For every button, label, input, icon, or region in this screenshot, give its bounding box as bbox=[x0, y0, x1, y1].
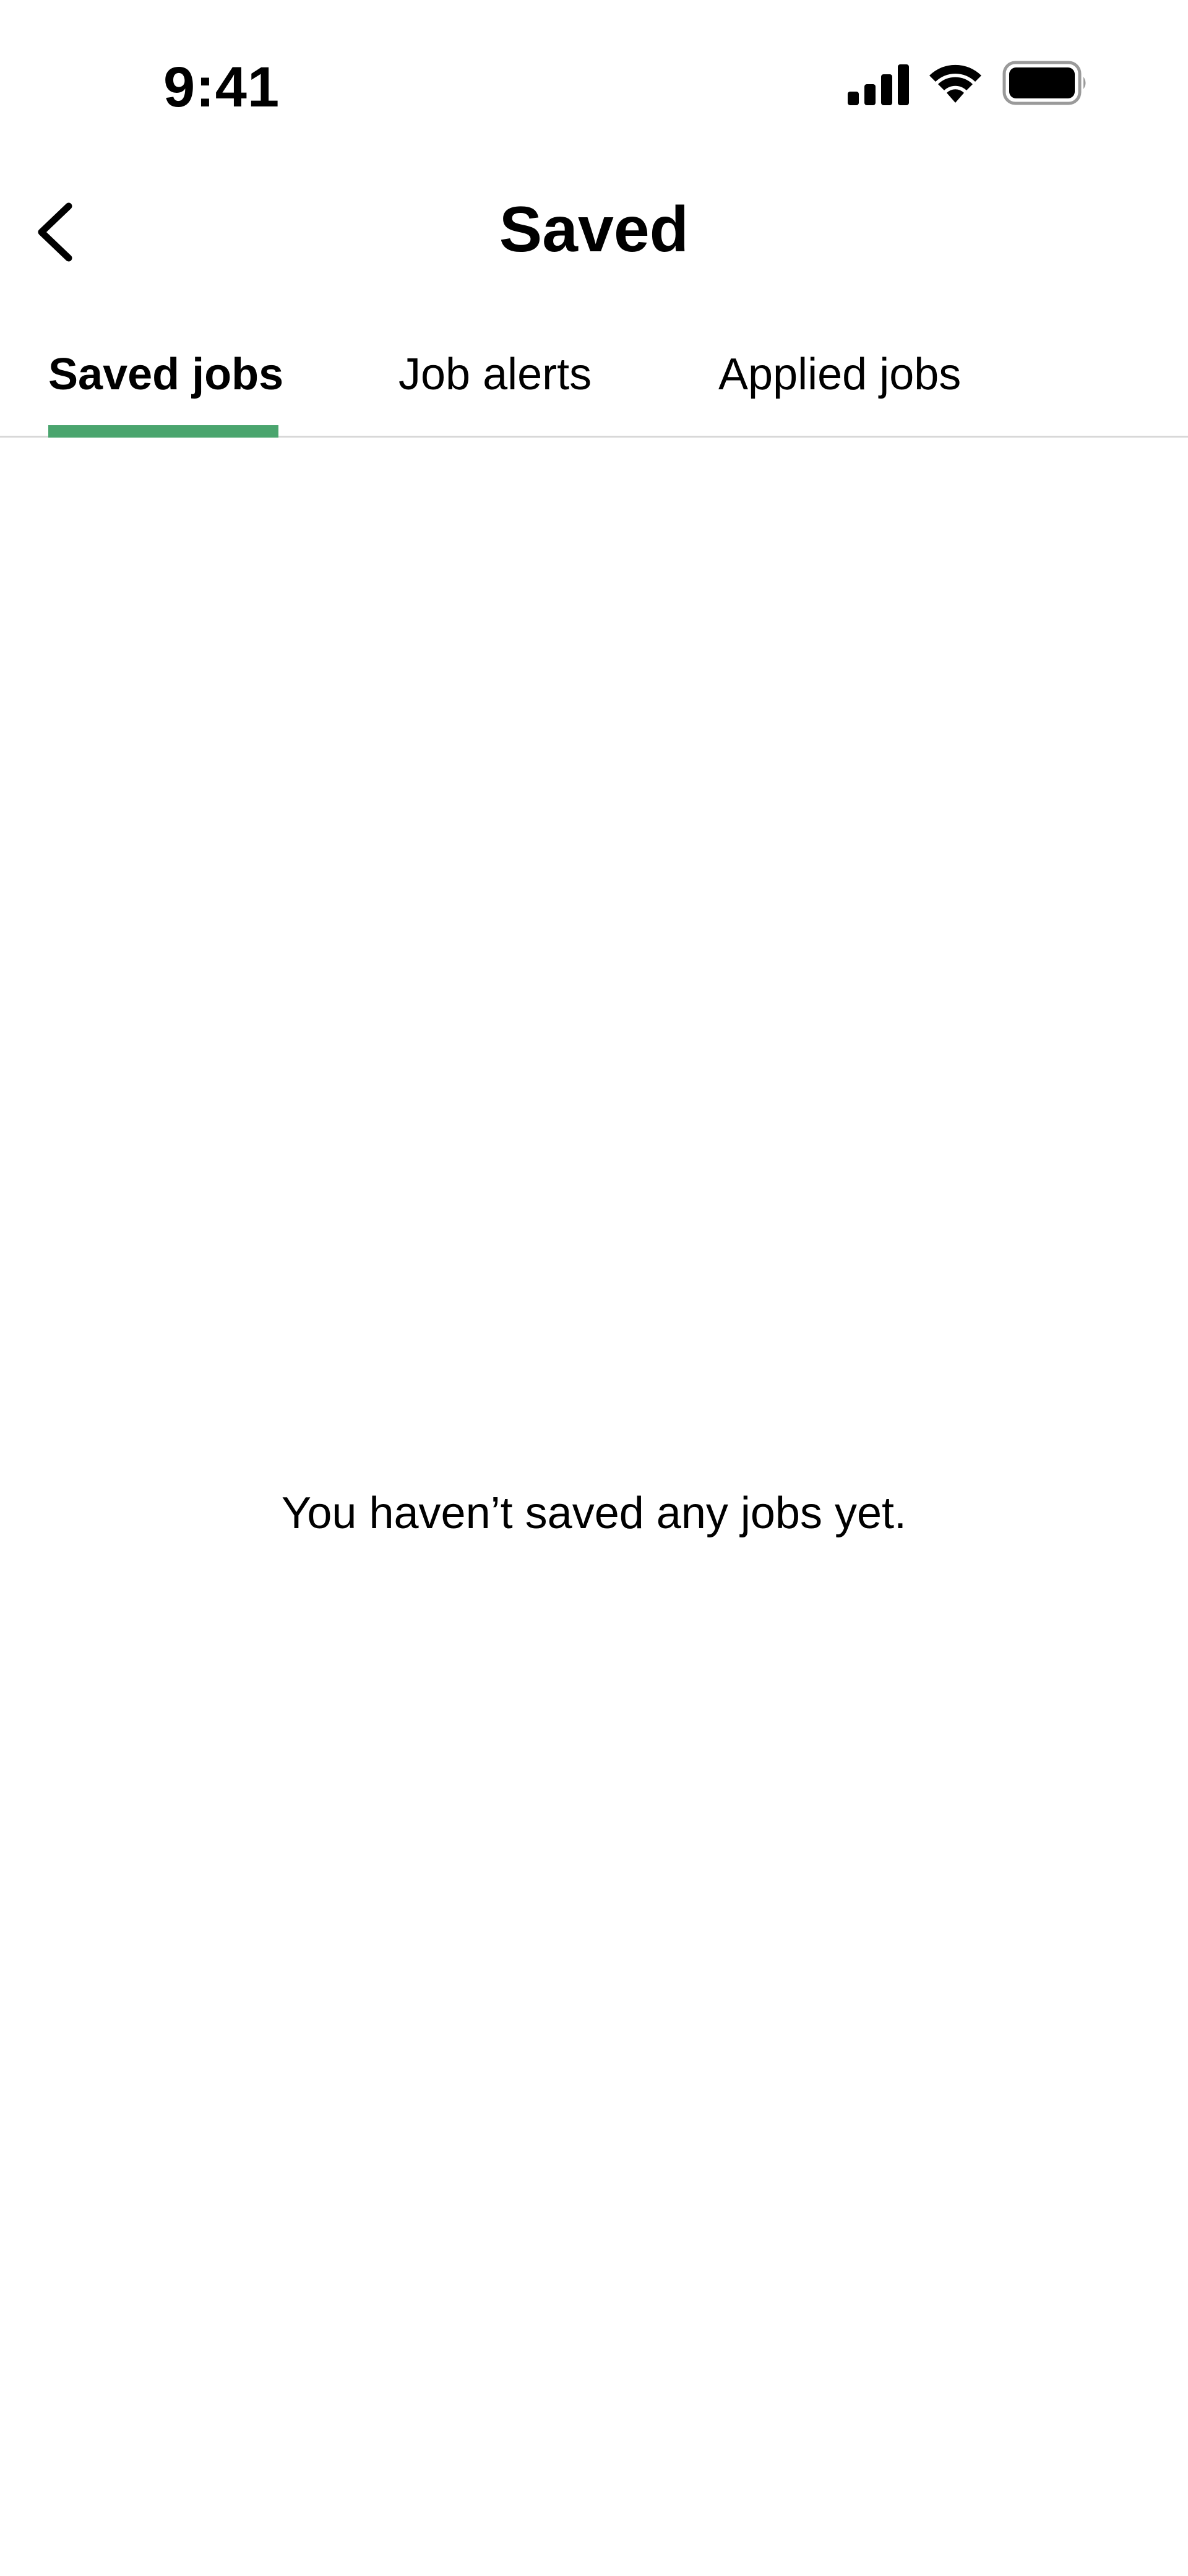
battery-icon bbox=[1002, 61, 1086, 105]
signal-icon bbox=[848, 64, 909, 105]
tab-saved-jobs[interactable]: Saved jobs bbox=[48, 334, 283, 438]
tab-applied-jobs[interactable]: Applied jobs bbox=[718, 334, 961, 436]
header: Saved bbox=[0, 173, 1188, 285]
tab-job-alerts[interactable]: Job alerts bbox=[398, 334, 592, 436]
status-icons bbox=[848, 61, 1089, 113]
empty-state-message: You haven’t saved any jobs yet. bbox=[281, 1489, 907, 1538]
tab-label: Job alerts bbox=[398, 350, 592, 399]
page-title: Saved bbox=[499, 194, 689, 266]
tab-label: Saved jobs bbox=[48, 350, 284, 399]
status-bar: 9:41 bbox=[0, 0, 1188, 149]
tab-label: Applied jobs bbox=[718, 350, 962, 399]
tab-bar: Saved jobs Job alerts Applied jobs bbox=[0, 322, 1188, 438]
wifi-icon bbox=[929, 64, 981, 103]
active-tab-indicator bbox=[48, 425, 278, 438]
status-time: 9:41 bbox=[163, 56, 280, 119]
